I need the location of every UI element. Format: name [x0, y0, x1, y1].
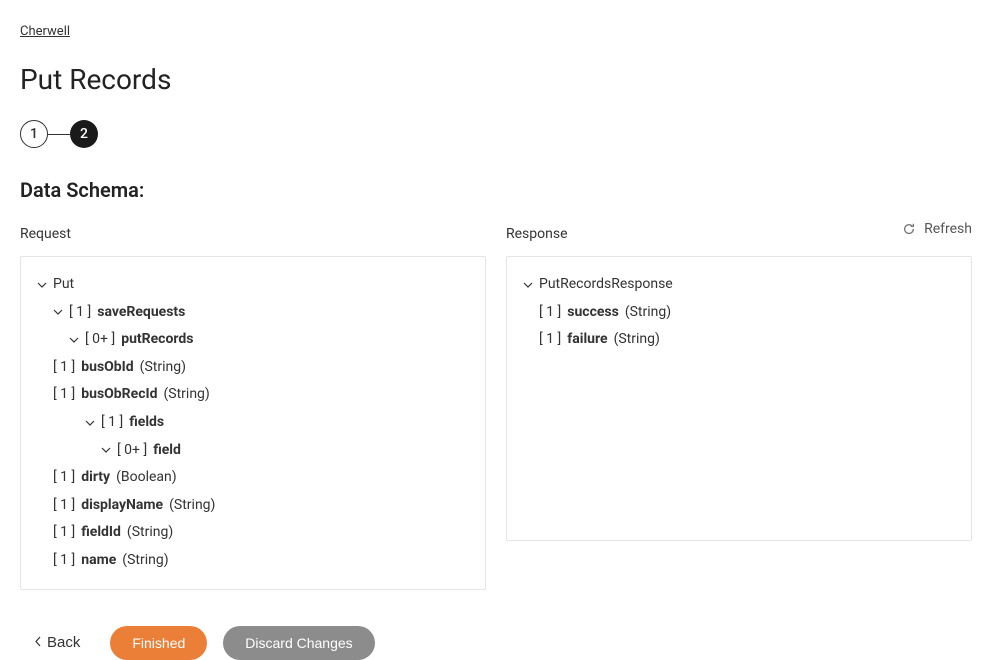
refresh-label: Refresh — [924, 221, 972, 237]
node-cardinality: [ 1 ] — [101, 413, 123, 433]
schema-container: Refresh Request Put [ 1 ] saveRequests [… — [20, 226, 972, 590]
tree-leaf-dirty: [ 1 ] dirty (Boolean) — [37, 464, 469, 492]
node-label: success — [567, 303, 619, 323]
node-type: (String) — [163, 385, 209, 405]
node-type: (String) — [122, 551, 168, 571]
node-type: (String) — [127, 523, 173, 543]
node-type: (Boolean) — [116, 468, 177, 488]
node-cardinality: [ 1 ] — [53, 358, 75, 378]
tree-leaf-success: [ 1 ] success (String) — [523, 299, 955, 327]
node-type: (String) — [169, 496, 215, 516]
node-label: failure — [567, 330, 607, 350]
tree-leaf-failure: [ 1 ] failure (String) — [523, 326, 955, 354]
finished-button[interactable]: Finished — [110, 626, 207, 660]
node-type: (String) — [614, 330, 660, 350]
request-schema-box: Put [ 1 ] saveRequests [ 0+ ] putRecords… — [20, 256, 486, 590]
node-cardinality: [ 1 ] — [53, 496, 75, 516]
node-label: fields — [129, 413, 164, 433]
chevron-down-icon — [53, 307, 63, 317]
node-label: Put — [53, 275, 74, 295]
footer-actions: Back Finished Discard Changes — [20, 626, 972, 660]
node-label: saveRequests — [97, 303, 185, 323]
tree-node-put[interactable]: Put — [37, 271, 469, 299]
node-cardinality: [ 1 ] — [53, 468, 75, 488]
page-title: Put Records — [20, 63, 972, 96]
tree-node-field[interactable]: [ 0+ ] field — [37, 437, 469, 465]
node-type: (String) — [140, 358, 186, 378]
data-schema-title: Data Schema: — [20, 178, 972, 202]
chevron-down-icon — [85, 418, 95, 428]
tree-leaf-displayname: [ 1 ] displayName (String) — [37, 492, 469, 520]
node-label: name — [81, 551, 116, 571]
response-column: Response PutRecordsResponse [ 1 ] succes… — [506, 226, 972, 590]
node-label: field — [153, 441, 181, 461]
discard-changes-button[interactable]: Discard Changes — [223, 626, 374, 660]
step-connector — [48, 134, 70, 135]
refresh-icon — [902, 222, 916, 236]
tree-leaf-name: [ 1 ] name (String) — [37, 547, 469, 575]
breadcrumb-cherwell[interactable]: Cherwell — [20, 24, 70, 39]
tree-node-putrecords[interactable]: [ 0+ ] putRecords — [37, 326, 469, 354]
node-cardinality: [ 0+ ] — [117, 441, 147, 461]
tree-node-saverequests[interactable]: [ 1 ] saveRequests — [37, 299, 469, 327]
stepper: 1 2 — [20, 120, 972, 148]
node-label: putRecords — [121, 330, 193, 350]
node-label: displayName — [81, 496, 163, 516]
node-label: busObRecId — [81, 385, 157, 405]
node-cardinality: [ 1 ] — [53, 523, 75, 543]
back-button[interactable]: Back — [20, 626, 94, 659]
node-label: dirty — [81, 468, 110, 488]
step-2[interactable]: 2 — [70, 120, 98, 148]
step-1[interactable]: 1 — [20, 120, 48, 148]
node-label: PutRecordsResponse — [539, 275, 673, 295]
request-column: Request Put [ 1 ] saveRequests [ 0+ ] pu… — [20, 226, 486, 590]
refresh-button[interactable]: Refresh — [902, 221, 972, 237]
node-cardinality: [ 1 ] — [53, 551, 75, 571]
chevron-down-icon — [69, 335, 79, 345]
response-schema-box: PutRecordsResponse [ 1 ] success (String… — [506, 256, 972, 541]
node-type: (String) — [625, 303, 671, 323]
chevron-down-icon — [37, 280, 47, 290]
node-cardinality: [ 1 ] — [539, 330, 561, 350]
node-label: busObId — [81, 358, 133, 378]
tree-leaf-busobrecid: [ 1 ] busObRecId (String) — [37, 381, 469, 409]
request-header: Request — [20, 226, 486, 242]
chevron-down-icon — [523, 280, 533, 290]
node-cardinality: [ 1 ] — [53, 385, 75, 405]
node-cardinality: [ 0+ ] — [85, 330, 115, 350]
back-label: Back — [47, 634, 80, 651]
node-cardinality: [ 1 ] — [69, 303, 91, 323]
node-label: fieldId — [81, 523, 121, 543]
tree-node-fields[interactable]: [ 1 ] fields — [37, 409, 469, 437]
node-cardinality: [ 1 ] — [539, 303, 561, 323]
chevron-down-icon — [101, 445, 111, 455]
tree-node-putrecordsresponse[interactable]: PutRecordsResponse — [523, 271, 955, 299]
chevron-left-icon — [34, 634, 41, 651]
tree-leaf-fieldid: [ 1 ] fieldId (String) — [37, 519, 469, 547]
tree-leaf-busobid: [ 1 ] busObId (String) — [37, 354, 469, 382]
